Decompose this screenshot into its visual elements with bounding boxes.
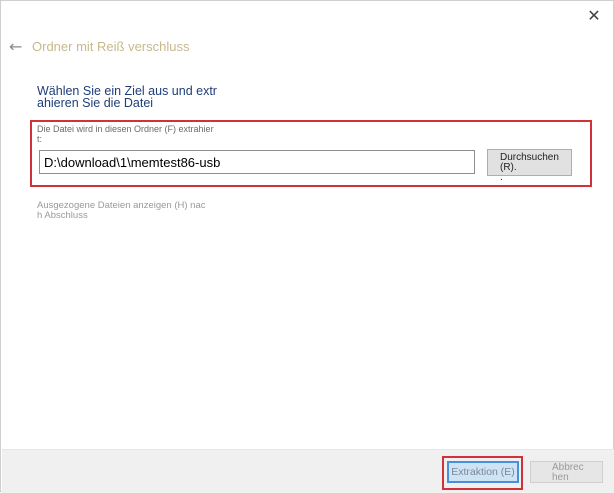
- dialog-title: Ordner mit Reiß verschluss: [32, 39, 190, 54]
- back-arrow-icon[interactable]: ←: [9, 37, 25, 57]
- cancel-button[interactable]: Abbrec hen: [530, 461, 603, 483]
- browse-button[interactable]: Durchsuchen (R). .: [487, 149, 572, 183]
- destination-label-line-2: t:: [37, 134, 43, 144]
- destination-label-line-1: Die Datei wird in diesen Ordner (F) extr…: [37, 124, 214, 134]
- extract-dialog: ✕ ← Ordner mit Reiß verschluss Wählen Si…: [0, 0, 614, 493]
- show-files-option[interactable]: Ausgezogene Dateien anzeigen (H) nac h A…: [37, 201, 237, 221]
- browse-button-line-1: Durchsuchen (R).: [500, 152, 559, 173]
- instruction-heading: Wählen Sie ein Ziel aus und extr ahieren…: [37, 85, 227, 110]
- heading-line-2: ahieren Sie die Datei: [37, 96, 154, 110]
- destination-label: Die Datei wird in diesen Ordner (F) extr…: [37, 124, 247, 144]
- show-files-line-2: h Abschluss: [37, 210, 88, 221]
- extract-highlight: [442, 456, 523, 490]
- cancel-button-line-2: hen: [552, 472, 569, 483]
- destination-path-input[interactable]: [39, 150, 475, 174]
- close-icon[interactable]: ✕: [583, 5, 605, 27]
- browse-button-line-2: .: [500, 172, 503, 183]
